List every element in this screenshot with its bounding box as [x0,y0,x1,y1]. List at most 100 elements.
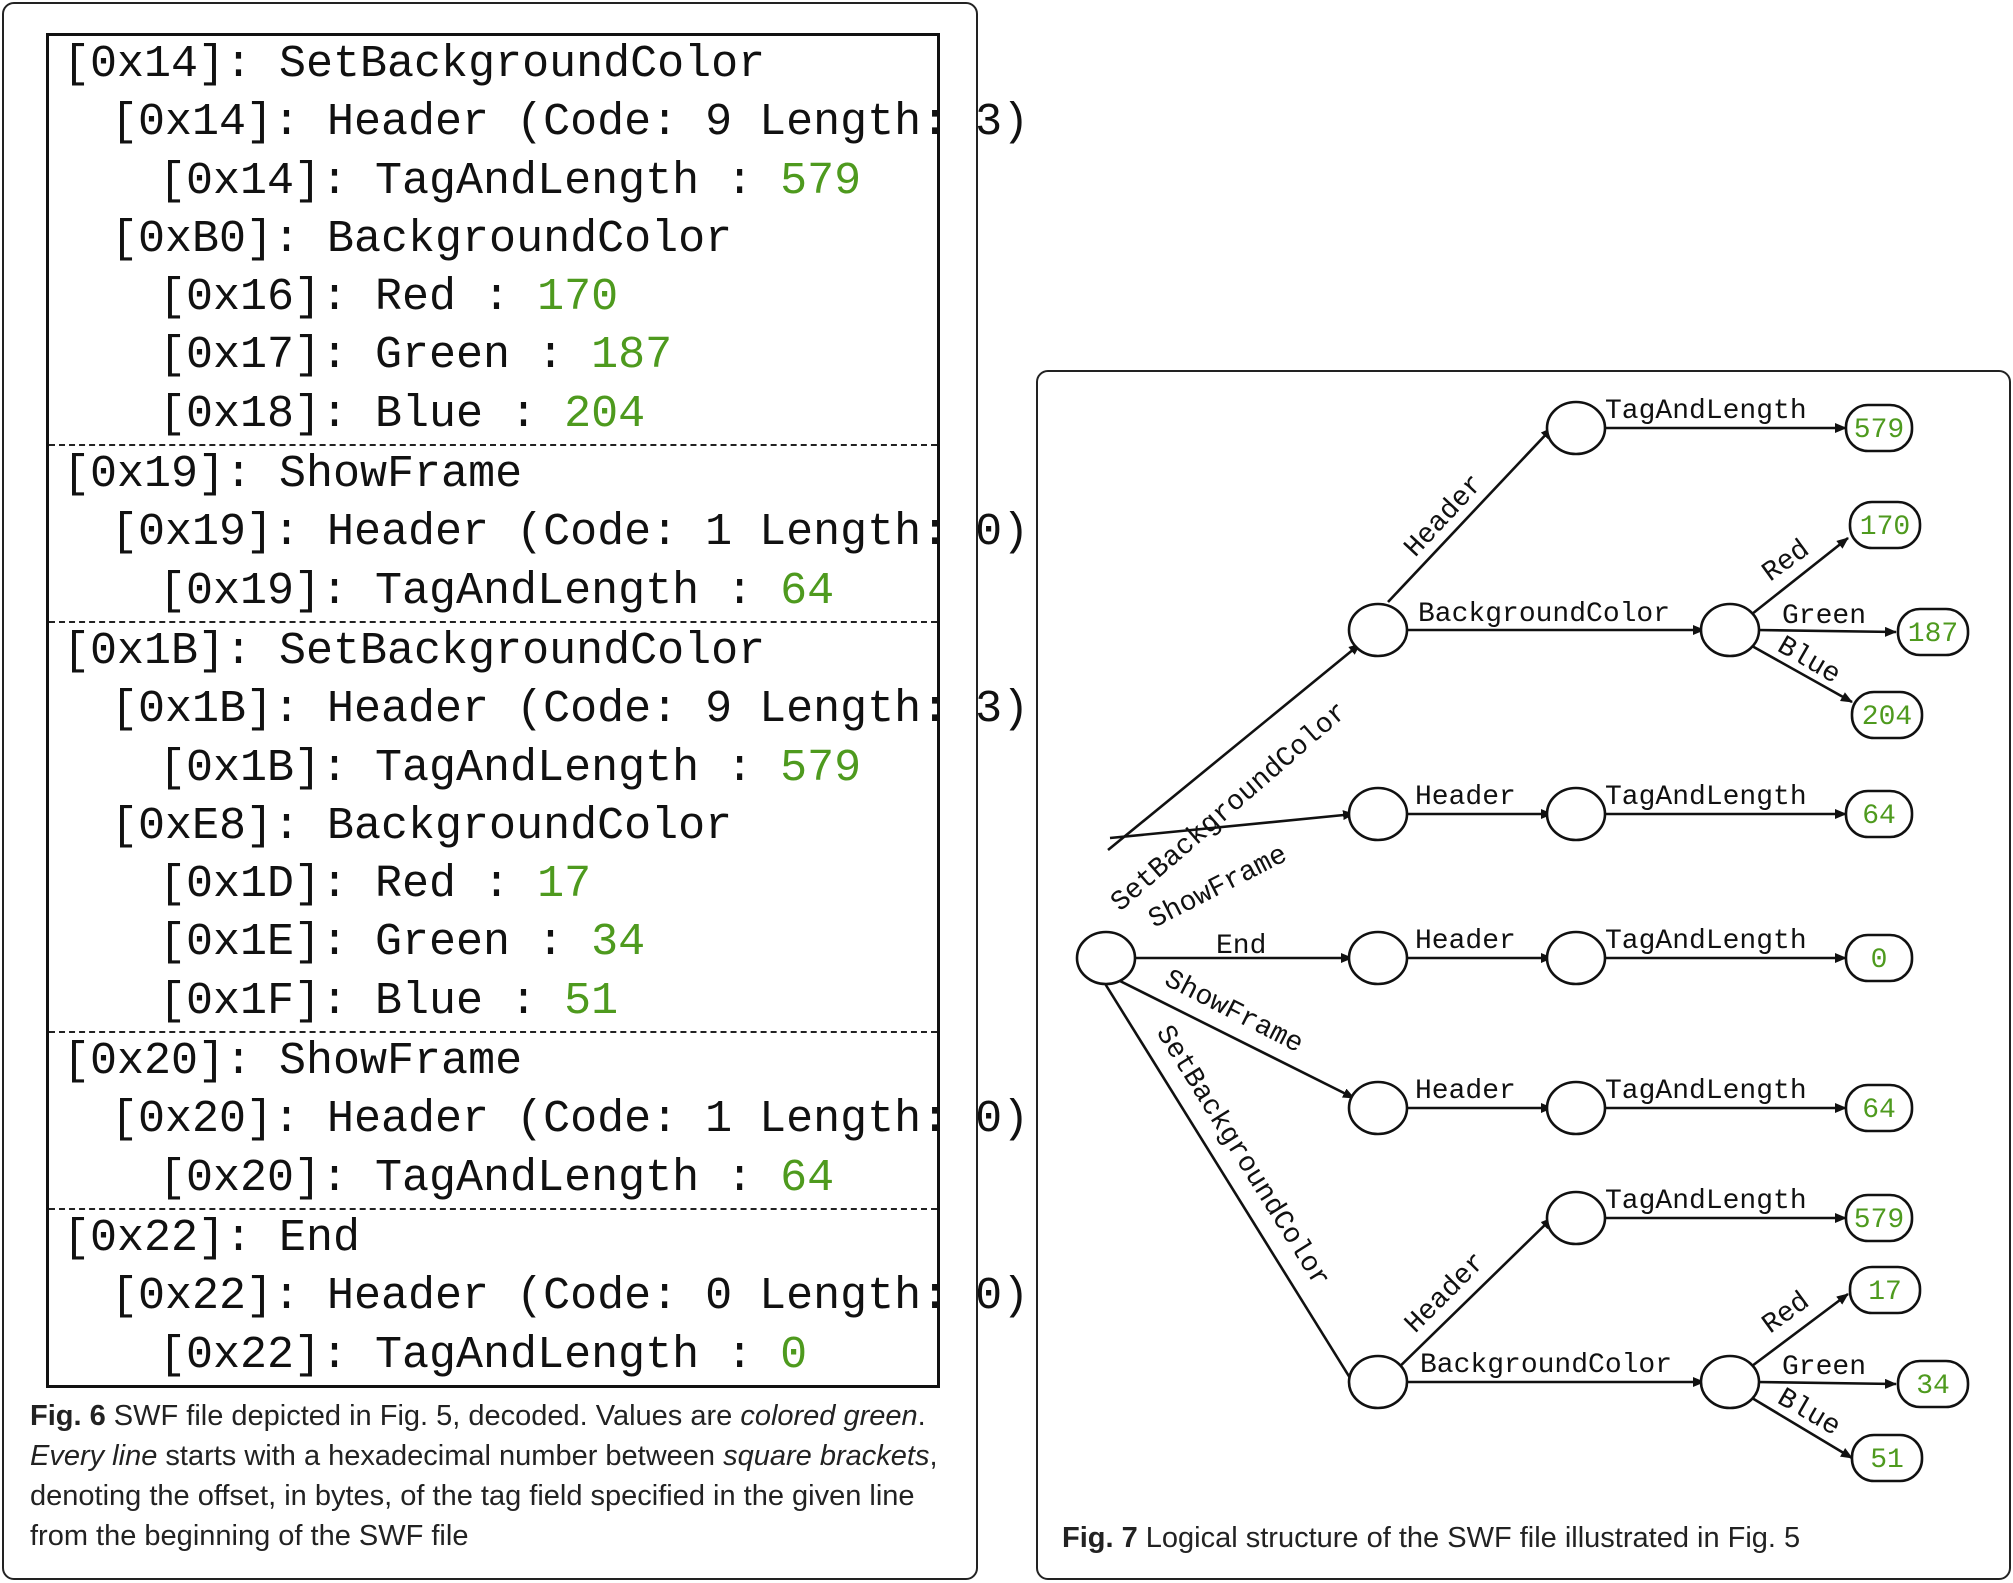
listing-field: [0x1D]: Red : [159,859,538,911]
header-node [1545,930,1607,986]
edge-label-green: Green [1782,1352,1866,1383]
listing-value: 187 [591,330,673,382]
listing-section: [0x19]: ShowFrame [0x19]: Header (Code: 1… [49,444,1029,621]
listing-section: [0x20]: ShowFrame [0x20]: Header (Code: 1… [49,1031,1029,1208]
listing-line: [0x14]: TagAndLength : 579 [49,153,937,211]
edge-label-green: Green [1782,601,1866,632]
decoded-swf-listing: [0x14]: SetBackgroundColor [0x14]: Header… [46,33,1029,1388]
show-frame-node [1347,1080,1409,1136]
leaf-value-34: 34 [1916,1371,1950,1402]
background-color-node [1699,1354,1761,1410]
listing-field: [0x1B]: Header (Code: 9 Length: 3) [111,684,1030,736]
edge-label-header: Header [1415,1076,1516,1107]
listing-field: [0xE8]: BackgroundColor [111,800,733,852]
edge-label-blue: Blue [1772,631,1846,691]
edge-label-header: Header [1415,782,1516,813]
leaf-value-579: 579 [1854,415,1904,446]
listing-line: [0x22]: Header (Code: 0 Length: 0) [49,1268,1029,1326]
caption-text: Logical structure of the SWF file illust… [1137,1522,1801,1554]
header-node [1545,400,1607,456]
listing-value: 51 [564,975,619,1027]
listing-field: [0xB0]: BackgroundColor [111,213,733,265]
edge-label-red: Red [1757,1287,1816,1342]
listing-value: 204 [564,388,646,440]
edge-label-set-background-color: SetBackgroundColor [1148,1020,1335,1293]
listing-line: [0x16]: Red : 170 [49,269,937,327]
listing-line: [0x20]: TagAndLength : 64 [49,1150,937,1208]
edge-label-tag-and-length: TagAndLength [1605,396,1807,427]
listing-value: 64 [780,565,835,617]
listing-field: [0x20]: ShowFrame [63,1036,523,1088]
edge-root-sbc2 [1102,981,1362,1395]
header-node [1545,786,1607,842]
edge-label-red: Red [1757,535,1816,590]
figure-7-label: Fig. 7 [1062,1522,1138,1554]
listing-line: [0x17]: Green : 187 [49,327,937,385]
leaf-value-51: 51 [1870,1445,1904,1476]
listing-section: [0x22]: End [0x22]: Header (Code: 0 Lengt… [49,1207,1029,1385]
edge-label-blue: Blue [1772,1383,1846,1443]
listing-value: 0 [780,1329,808,1381]
listing-field: [0x14]: TagAndLength : [159,155,781,207]
edge-label-tag-and-length: TagAndLength [1605,1186,1807,1217]
caption-text: . [917,1400,926,1432]
listing-field: [0x20]: TagAndLength : [159,1152,781,1204]
listing-field: [0x16]: Red : [159,272,538,324]
figure-6-caption: Fig. 6 SWF file depicted in Fig. 5, deco… [30,1396,970,1556]
edge-label-header: Header [1399,469,1490,564]
listing-line: [0x19]: TagAndLength : 64 [49,563,937,621]
listing-line: [0x20]: Header (Code: 1 Length: 0) [49,1091,1029,1149]
edge-label-header: Header [1399,1247,1492,1340]
listing-line: [0x18]: Blue : 204 [49,386,937,444]
leaf-value-170: 170 [1860,512,1910,543]
leaf-value-64: 64 [1862,1095,1896,1126]
listing-value: 579 [780,155,862,207]
listing-line: [0x14]: Header (Code: 9 Length: 3) [49,94,1029,152]
leaf-value-17: 17 [1868,1277,1902,1308]
caption-emphasis: square brackets [723,1440,930,1472]
edge-label-header: Header [1415,926,1516,957]
listing-field: [0x1B]: TagAndLength : [159,742,781,794]
figure-6-panel: [0x14]: SetBackgroundColor [0x14]: Header… [2,2,1029,1580]
listing-field: [0x19]: ShowFrame [63,449,523,501]
listing-field: [0x18]: Blue : [159,388,565,440]
caption-emphasis: Every line [30,1440,158,1472]
listing-field: [0x17]: Green : [159,330,592,382]
listing-line: [0x1B]: TagAndLength : 579 [49,740,937,798]
listing-line: [0x1B]: Header (Code: 9 Length: 3) [49,681,1029,739]
listing-line: [0x19]: ShowFrame [49,446,937,504]
listing-value: 17 [537,859,592,911]
edge-label-background-color: BackgroundColor [1420,1350,1672,1381]
leaf-value-64: 64 [1862,801,1896,832]
listing-line: [0x1B]: SetBackgroundColor [49,623,937,681]
listing-value: 579 [780,742,862,794]
background-color-node [1699,602,1761,658]
set-background-color-node [1347,1354,1409,1410]
caption-text: SWF file depicted in Fig. 5, decoded. Va… [105,1400,741,1432]
listing-value: 64 [780,1152,835,1204]
listing-line: [0x1F]: Blue : 51 [49,973,937,1031]
listing-field: [0x14]: Header (Code: 9 Length: 3) [111,97,1030,149]
listing-field: [0x1F]: Blue : [159,975,565,1027]
caption-text: starts with a hexadecimal number between [157,1440,724,1472]
listing-field: [0x22]: TagAndLength : [159,1329,781,1381]
leaf-value-204: 204 [1862,702,1912,733]
listing-line: [0x1E]: Green : 34 [49,914,937,972]
leaf-value-187: 187 [1908,619,1958,650]
edge-label-end: End [1216,931,1266,962]
figure-7-panel: 579 170 187 204 64 0 64 579 17 34 51 Set… [1036,370,2011,1580]
listing-value: 170 [537,272,619,324]
listing-line: [0x22]: End [49,1210,937,1268]
listing-section: [0x1B]: SetBackgroundColor [0x1B]: Header… [49,620,1029,1031]
header-node [1545,1080,1607,1136]
edge-label-tag-and-length: TagAndLength [1605,1076,1807,1107]
listing-value: 34 [591,917,646,969]
end-node [1347,930,1409,986]
listing-field: [0x14]: SetBackgroundColor [63,39,766,90]
show-frame-node [1347,786,1409,842]
listing-line: [0x1D]: Red : 17 [49,856,937,914]
figure-6-label: Fig. 6 [30,1400,106,1432]
listing-line: [0xE8]: BackgroundColor [49,798,937,856]
listing-line: [0x20]: ShowFrame [49,1033,937,1091]
listing-field: [0x19]: Header (Code: 1 Length: 0) [111,507,1030,559]
